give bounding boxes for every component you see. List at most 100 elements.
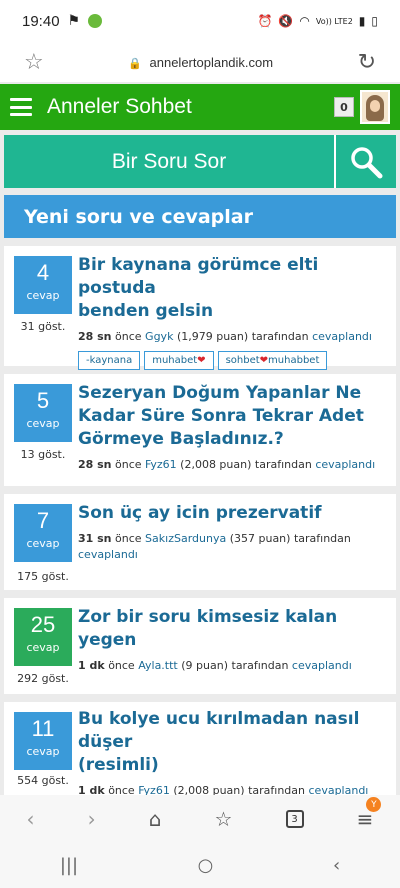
url-text: annelertoplandik.com bbox=[149, 54, 274, 70]
search-icon bbox=[351, 146, 383, 178]
user-link[interactable]: SakızSardunya bbox=[145, 532, 226, 545]
section-heading: Yeni soru ve cevaplar bbox=[4, 195, 396, 238]
question-title-line: (resimli) bbox=[78, 755, 159, 775]
bookmarks-icon[interactable]: ☆ bbox=[215, 807, 233, 831]
question-title-link[interactable]: Son üç ay icin prezervatif bbox=[78, 502, 386, 525]
url-field[interactable]: 🔒 annelertoplandik.com bbox=[44, 55, 358, 70]
system-nav-bar: ||| ○ ‹ bbox=[0, 843, 400, 888]
user-link[interactable]: Ggyk bbox=[145, 330, 173, 343]
app-icon bbox=[88, 14, 103, 28]
search-button[interactable] bbox=[334, 135, 396, 188]
question-title-line: Sezeryan Doğum Yapanlar Ne bbox=[78, 383, 362, 403]
avatar[interactable] bbox=[360, 90, 390, 124]
answer-count-box[interactable]: 7 cevap bbox=[14, 504, 72, 562]
ask-question-button[interactable]: Bir Soru Sor bbox=[4, 135, 334, 188]
ago-label: önce bbox=[108, 659, 135, 672]
answered-link[interactable]: cevaplandı bbox=[315, 458, 375, 471]
answer-count: 25 bbox=[30, 612, 56, 637]
answer-count-label: cevap bbox=[26, 417, 60, 430]
view-count: 31 göst. bbox=[20, 320, 66, 333]
view-count: 292 göst. bbox=[17, 672, 69, 685]
bookmark-star-icon[interactable]: ☆ bbox=[24, 50, 44, 75]
lock-icon: 🔒 bbox=[128, 57, 142, 70]
tag-sohbet-muhabbet[interactable]: sohbet❤muhabbet bbox=[217, 351, 328, 370]
signal-icon: ▮ bbox=[358, 14, 366, 28]
view-count: 13 göst. bbox=[20, 448, 66, 461]
time-ago: 1 dk bbox=[78, 659, 105, 672]
time-ago: 28 sn bbox=[78, 330, 112, 343]
forward-icon[interactable]: › bbox=[88, 807, 96, 831]
notification-count[interactable]: 0 bbox=[334, 97, 354, 117]
question-title-link[interactable]: Zor bir soru kimsesiz kalan yegen bbox=[78, 606, 386, 652]
tag-sohbet-label: sohbet bbox=[225, 355, 260, 366]
ask-box: Bir Soru Sor bbox=[4, 135, 396, 188]
battery-icon: ▯ bbox=[371, 14, 378, 28]
question-title-link[interactable]: Bir kaynana görümce elti postuda benden … bbox=[78, 254, 386, 323]
reload-icon[interactable]: ↻ bbox=[358, 50, 376, 75]
hamburger-menu-icon[interactable] bbox=[10, 98, 32, 116]
question-meta: 31 sn önce SakızSardunya (357 puan) tara… bbox=[78, 531, 386, 563]
home-circle-icon[interactable]: ○ bbox=[198, 855, 214, 876]
question-title-line: Son üç ay icin prezervatif bbox=[78, 503, 322, 523]
answer-count-box[interactable]: 4 cevap bbox=[14, 256, 72, 314]
question-card: 25 cevap 292 göst. Zor bir soru kimsesiz… bbox=[4, 598, 396, 694]
answer-count-label: cevap bbox=[26, 641, 60, 654]
status-time: 19:40 bbox=[22, 12, 60, 30]
answer-count-box[interactable]: 25 cevap bbox=[14, 608, 72, 666]
by-label: tarafından bbox=[293, 532, 351, 545]
answer-count-box[interactable]: 5 cevap bbox=[14, 384, 72, 442]
question-title-line: Görmeye Başladınız.? bbox=[78, 429, 284, 449]
by-label: tarafından bbox=[231, 659, 289, 672]
answered-link[interactable]: cevaplandı bbox=[312, 330, 372, 343]
question-title-line: Bu kolye ucu kırılmadan nasıl düşer bbox=[78, 709, 360, 752]
mute-icon: 🔇 bbox=[278, 14, 294, 28]
answer-count-label: cevap bbox=[26, 289, 60, 302]
user-points: (2,008 puan) bbox=[180, 458, 252, 471]
question-title-line: Bir kaynana görümce elti postuda bbox=[78, 255, 319, 298]
question-title-link[interactable]: Bu kolye ucu kırılmadan nasıl düşer (res… bbox=[78, 708, 386, 777]
question-card: 11 cevap 554 göst. Bu kolye ucu kırılmad… bbox=[4, 702, 396, 797]
view-count: 554 göst. bbox=[17, 774, 69, 787]
answer-count: 11 bbox=[31, 716, 55, 741]
answer-count-label: cevap bbox=[26, 537, 60, 550]
question-title-line: Zor bir soru kimsesiz kalan yegen bbox=[78, 607, 338, 650]
back-icon[interactable]: ‹ bbox=[27, 807, 35, 831]
tag-muhabbet-label: muhabbet bbox=[268, 355, 320, 366]
question-card: 5 cevap 13 göst. Sezeryan Doğum Yapanlar… bbox=[4, 374, 396, 486]
user-link[interactable]: Ayla.ttt bbox=[138, 659, 178, 672]
answer-count: 5 bbox=[36, 388, 50, 413]
time-ago: 28 sn bbox=[78, 458, 112, 471]
tabs-icon[interactable]: 3 bbox=[285, 810, 304, 828]
home-icon[interactable]: ⌂ bbox=[149, 807, 162, 831]
by-label: tarafından bbox=[251, 330, 309, 343]
heart-icon: ❤ bbox=[197, 355, 206, 366]
tag-muhabet[interactable]: muhabet❤ bbox=[144, 351, 214, 370]
back-arrow-icon[interactable]: ‹ bbox=[333, 855, 340, 876]
answered-link[interactable]: cevaplandı bbox=[292, 659, 352, 672]
question-title-line: benden gelsin bbox=[78, 301, 214, 321]
recent-apps-icon[interactable]: ||| bbox=[60, 855, 78, 876]
user-points: (9 puan) bbox=[181, 659, 228, 672]
site-title[interactable]: Anneler Sohbet bbox=[47, 95, 192, 119]
answered-link[interactable]: cevaplandı bbox=[78, 548, 138, 561]
heart-icon: ❤ bbox=[259, 355, 269, 366]
tag-muhabet-label: muhabet bbox=[152, 355, 198, 366]
user-points: (357 puan) bbox=[229, 532, 291, 545]
question-title-line: Kadar Süre Sonra Tekrar Adet bbox=[78, 406, 364, 426]
user-link[interactable]: Fyz61 bbox=[145, 458, 177, 471]
question-title-link[interactable]: Sezeryan Doğum Yapanlar Ne Kadar Süre So… bbox=[78, 382, 386, 451]
question-meta: 28 sn önce Fyz61 (2,008 puan) tarafından… bbox=[78, 457, 386, 473]
tag-list: -kaynana muhabet❤ sohbet❤muhabbet bbox=[78, 351, 386, 370]
tag-kaynana[interactable]: -kaynana bbox=[78, 351, 141, 370]
question-card: 4 cevap 31 göst. Bir kaynana görümce elt… bbox=[4, 246, 396, 370]
by-label: tarafından bbox=[254, 458, 312, 471]
menu-icon[interactable]: ≡ Y bbox=[357, 797, 382, 831]
notification-icon: ⚑ bbox=[67, 13, 81, 29]
user-points: (1,979 puan) bbox=[176, 330, 249, 343]
wifi-icon: ◠ bbox=[299, 14, 310, 28]
alarm-icon: ⏰ bbox=[257, 14, 273, 28]
time-ago: 31 sn bbox=[78, 532, 112, 545]
ago-label: önce bbox=[115, 458, 142, 471]
answer-count: 7 bbox=[36, 508, 50, 533]
answer-count-box[interactable]: 11 cevap bbox=[14, 712, 72, 770]
